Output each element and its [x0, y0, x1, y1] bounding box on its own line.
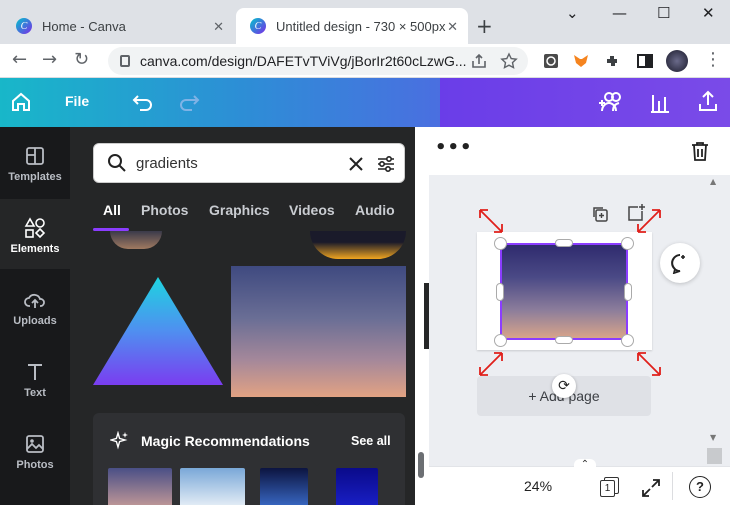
tab-graphics[interactable]: Graphics: [209, 202, 270, 218]
tab-videos[interactable]: Videos: [289, 202, 335, 218]
rail-item-text[interactable]: Text: [0, 343, 70, 413]
pointer-notch: [308, 397, 326, 406]
canva-header: File: [0, 78, 730, 127]
recommendation-thumbnail[interactable]: [260, 468, 308, 505]
scroll-up-icon[interactable]: ▲: [710, 177, 716, 186]
canva-favicon-icon: C: [250, 18, 266, 34]
profile-avatar[interactable]: [666, 50, 688, 72]
side-panel-icon[interactable]: [636, 52, 654, 70]
gradient-triangle-graphic[interactable]: [93, 277, 223, 387]
chrome-menu-icon[interactable]: ⋮: [704, 49, 722, 70]
comment-add-icon: [671, 254, 685, 274]
new-tab-icon[interactable]: +: [476, 14, 493, 38]
rail-label: Text: [24, 387, 46, 399]
rail-item-uploads[interactable]: Uploads: [0, 271, 70, 341]
url-text: canva.com/design/DAFETvTViVg/jBorIr2t60c…: [140, 53, 467, 69]
see-all-link[interactable]: See all: [351, 434, 391, 448]
magic-title: Magic Recommendations: [141, 433, 310, 449]
left-rail: Templates Elements Uploads Text Photos: [0, 127, 70, 505]
canvas-toolbar: •••: [429, 127, 730, 175]
back-arrow-icon[interactable]: ←: [12, 49, 27, 70]
photo-image-icon: [26, 435, 44, 453]
search-box: [93, 143, 405, 183]
scroll-thumb[interactable]: [707, 448, 722, 464]
canva-favicon-icon: C: [16, 18, 32, 34]
rail-label: Elements: [10, 243, 60, 255]
tab-untitled-design[interactable]: C Untitled design - 730 × 500px ✕: [236, 8, 468, 44]
gradient-graphic-result[interactable]: [310, 231, 406, 259]
canvas-scrollbar[interactable]: ▲ ▼: [707, 177, 722, 467]
trash-icon[interactable]: [691, 141, 709, 161]
footer-divider: [672, 472, 673, 500]
rail-item-photos[interactable]: Photos: [0, 415, 70, 485]
search-icon: [108, 154, 126, 172]
text-t-icon: [28, 364, 42, 380]
close-tab-icon[interactable]: ✕: [213, 19, 224, 35]
file-menu-button[interactable]: File: [65, 93, 89, 109]
reload-icon[interactable]: ↻: [74, 49, 89, 70]
panel-scrollbar[interactable]: [418, 452, 424, 478]
gradient-graphic-result[interactable]: [110, 231, 162, 249]
star-bookmark-icon[interactable]: [500, 52, 518, 70]
elements-panel: All Photos Graphics Videos Audio Magic R…: [70, 127, 415, 505]
forward-arrow-icon[interactable]: →: [42, 49, 57, 70]
search-input[interactable]: [136, 152, 336, 174]
share-icon[interactable]: [470, 52, 488, 70]
tab-title: Untitled design - 730 × 500px: [276, 18, 446, 34]
add-people-icon[interactable]: [598, 89, 626, 115]
elements-shapes-icon: [24, 217, 46, 239]
puzzle-extensions-icon[interactable]: [604, 52, 622, 70]
close-tab-icon[interactable]: ✕: [447, 19, 458, 35]
add-comment-button[interactable]: [660, 243, 700, 283]
filter-sliders-icon[interactable]: [376, 154, 396, 174]
extension-icon[interactable]: [542, 52, 560, 70]
recommendation-thumbnail[interactable]: [180, 468, 245, 505]
scroll-down-icon[interactable]: ▼: [710, 433, 716, 442]
resize-arrows-annotation: [479, 209, 661, 376]
chevron-down-icon[interactable]: ⌄: [566, 4, 579, 22]
templates-icon: [26, 147, 44, 165]
tab-title: Home - Canva: [42, 18, 126, 34]
cloud-upload-icon: [24, 293, 45, 308]
undo-icon[interactable]: [132, 92, 154, 112]
more-options-icon[interactable]: •••: [435, 137, 473, 158]
rail-item-elements[interactable]: Elements: [0, 199, 70, 269]
fullscreen-expand-icon[interactable]: [641, 478, 661, 498]
help-question-icon[interactable]: ?: [689, 476, 711, 498]
share-upload-icon[interactable]: [698, 90, 718, 112]
rail-item-templates[interactable]: Templates: [0, 127, 70, 197]
recommendation-thumbnail[interactable]: [336, 468, 378, 505]
home-icon[interactable]: [10, 91, 32, 113]
redo-icon[interactable]: [178, 92, 200, 112]
sparkle-icon: [110, 431, 128, 450]
clear-search-icon[interactable]: [348, 156, 364, 172]
page-number: 1: [600, 480, 615, 497]
maximize-icon[interactable]: ☐: [657, 4, 670, 22]
address-bar[interactable]: canva.com/design/DAFETvTViVg/jBorIr2t60c…: [108, 47, 528, 75]
zoom-level[interactable]: 24%: [524, 478, 552, 494]
rail-label: Uploads: [13, 315, 57, 327]
tab-home-canva[interactable]: C Home - Canva ✕: [2, 8, 234, 44]
canvas-footer: ⌃: [429, 459, 730, 505]
minimize-icon[interactable]: —: [612, 4, 627, 22]
rail-label: Photos: [16, 459, 54, 471]
tab-audio[interactable]: Audio: [355, 202, 395, 218]
browser-tab-strip: C Home - Canva ✕ C Untitled design - 730…: [0, 0, 730, 44]
page-count-button[interactable]: 1: [600, 477, 620, 497]
tab-all[interactable]: All: [103, 202, 121, 218]
gradient-sky-photo-result[interactable]: [231, 266, 406, 397]
metamask-fox-icon[interactable]: [572, 52, 590, 70]
rotate-icon[interactable]: ⟳: [552, 374, 576, 398]
rail-label: Templates: [8, 171, 62, 183]
recommendation-thumbnail[interactable]: [108, 468, 172, 505]
chevron-up-icon[interactable]: ⌃: [574, 459, 596, 471]
close-window-icon[interactable]: ✕: [702, 4, 715, 22]
insights-chart-icon[interactable]: [650, 91, 670, 113]
browser-toolbar: ← → ↻ canva.com/design/DAFETvTViVg/jBorI…: [0, 44, 730, 78]
lock-icon: [120, 55, 130, 67]
tab-photos[interactable]: Photos: [141, 202, 188, 218]
